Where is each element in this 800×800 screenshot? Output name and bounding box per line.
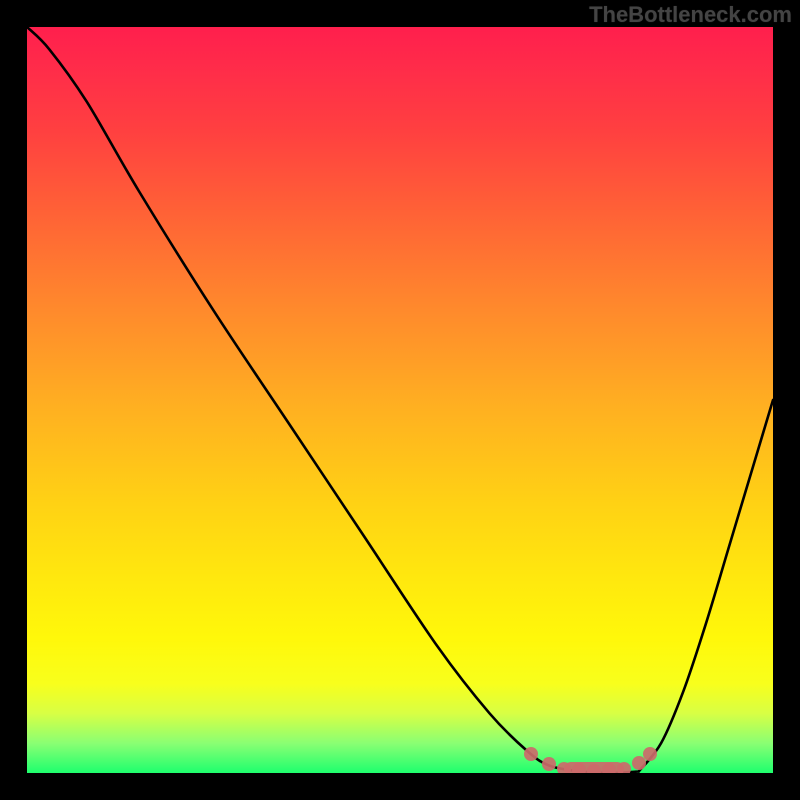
highlight-dot-6	[617, 762, 631, 773]
highlight-dot-0	[524, 747, 538, 761]
highlight-dot-8	[643, 747, 657, 761]
highlight-dot-1	[542, 757, 556, 771]
highlight-dot-3	[572, 763, 586, 773]
watermark-text: TheBottleneck.com	[589, 2, 792, 28]
highlight-cluster	[27, 27, 773, 773]
highlight-dot-2	[557, 762, 571, 773]
highlight-dot-4	[587, 764, 601, 773]
chart-container: TheBottleneck.com	[0, 0, 800, 800]
plot-area	[27, 27, 773, 773]
highlight-dot-5	[602, 763, 616, 773]
